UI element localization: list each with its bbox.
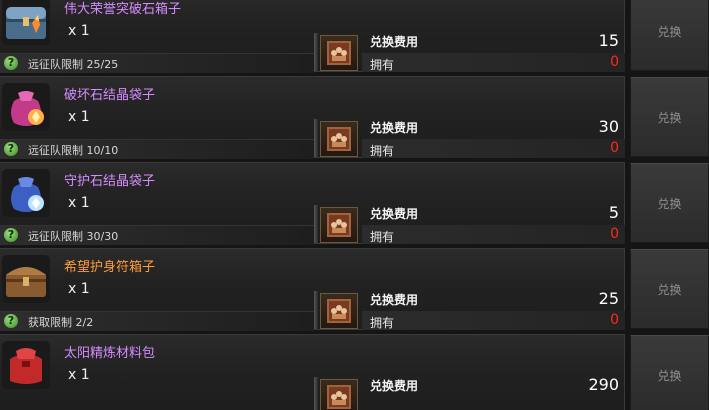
item-quantity: x 1 [68, 367, 90, 383]
owned-strip [362, 53, 625, 72]
exchange-cost-value: 30 [598, 117, 619, 136]
help-question-icon[interactable]: ? [4, 314, 18, 328]
item-name: 太阳精炼材料包 [64, 346, 156, 361]
wooden-chest-icon[interactable] [2, 255, 50, 303]
exchange-item-list: 伟大荣誉突破石箱子 x 1 ? 远征队限制 25/25 兑换费用 15 拥有 0… [0, 0, 709, 410]
owned-label: 拥有 [370, 58, 395, 72]
limit-text: 远征队限制 30/30 [28, 230, 119, 243]
exchange-button[interactable]: 兑换 [630, 335, 709, 410]
limit-bar: ? 远征队限制 25/25 [0, 53, 314, 73]
help-question-icon[interactable]: ? [4, 228, 18, 242]
exchange-cost-value: 290 [588, 375, 619, 394]
limit-bar: ? 获取限制 2/2 [0, 311, 314, 331]
owned-strip [362, 225, 625, 244]
currency-scroll-icon[interactable] [320, 293, 358, 329]
owned-strip [362, 139, 625, 158]
item-name: 希望护身符箱子 [64, 260, 156, 275]
owned-value: 0 [610, 140, 619, 156]
exchange-button[interactable]: 兑换 [630, 77, 709, 157]
exchange-cost-label: 兑换费用 [370, 207, 419, 221]
owned-value: 0 [610, 54, 619, 70]
treasure-chest-icon[interactable] [2, 0, 50, 45]
item-quantity: x 1 [68, 195, 90, 211]
item-name: 伟大荣誉突破石箱子 [64, 2, 182, 17]
exchange-cost-label: 兑换费用 [370, 121, 419, 135]
exchange-cost-value: 15 [598, 31, 619, 50]
owned-strip [362, 311, 625, 330]
item-name: 守护石结晶袋子 [64, 174, 156, 189]
owned-label: 拥有 [370, 144, 395, 158]
exchange-item-row: 希望护身符箱子 x 1 ? 获取限制 2/2 兑换费用 25 拥有 0 兑换 [0, 248, 709, 331]
exchange-button[interactable]: 兑换 [630, 249, 709, 329]
exchange-cost-label: 兑换费用 [370, 379, 419, 393]
exchange-cost-value: 25 [598, 289, 619, 308]
help-question-icon[interactable]: ? [4, 56, 18, 70]
blue-crystal-pouch-icon[interactable] [2, 169, 50, 217]
owned-value: 0 [610, 226, 619, 242]
limit-bar: ? 远征队限制 30/30 [0, 225, 314, 245]
red-material-bag-icon[interactable] [2, 341, 50, 389]
item-card: 伟大荣誉突破石箱子 x 1 ? 远征队限制 25/25 兑换费用 15 拥有 0 [0, 0, 625, 73]
exchange-cost-value: 5 [608, 203, 619, 222]
limit-text: 远征队限制 25/25 [28, 58, 119, 71]
item-card: 太阳精炼材料包 x 1 兑换费用 290 [0, 334, 625, 410]
owned-label: 拥有 [370, 316, 395, 330]
divider [314, 119, 318, 157]
limit-bar: ? 远征队限制 10/10 [0, 139, 314, 159]
limit-text: 获取限制 2/2 [28, 316, 94, 329]
divider [314, 291, 318, 329]
exchange-item-row: 太阳精炼材料包 x 1 兑换费用 290 兑换 [0, 334, 709, 410]
exchange-cost-label: 兑换费用 [370, 35, 419, 49]
item-quantity: x 1 [68, 281, 90, 297]
item-quantity: x 1 [68, 23, 90, 39]
currency-scroll-icon[interactable] [320, 379, 358, 410]
exchange-cost-label: 兑换费用 [370, 293, 419, 307]
currency-scroll-icon[interactable] [320, 207, 358, 243]
item-quantity: x 1 [68, 109, 90, 125]
exchange-item-row: 伟大荣誉突破石箱子 x 1 ? 远征队限制 25/25 兑换费用 15 拥有 0… [0, 0, 709, 73]
currency-scroll-icon[interactable] [320, 35, 358, 71]
item-card: 破坏石结晶袋子 x 1 ? 远征队限制 10/10 兑换费用 30 拥有 0 [0, 76, 625, 159]
owned-value: 0 [610, 312, 619, 328]
item-card: 守护石结晶袋子 x 1 ? 远征队限制 30/30 兑换费用 5 拥有 0 [0, 162, 625, 245]
divider [314, 377, 318, 410]
help-question-icon[interactable]: ? [4, 142, 18, 156]
owned-label: 拥有 [370, 230, 395, 244]
pink-crystal-pouch-icon[interactable] [2, 83, 50, 131]
exchange-item-row: 守护石结晶袋子 x 1 ? 远征队限制 30/30 兑换费用 5 拥有 0 兑换 [0, 162, 709, 245]
divider [314, 205, 318, 243]
exchange-button[interactable]: 兑换 [630, 0, 709, 71]
currency-scroll-icon[interactable] [320, 121, 358, 157]
exchange-item-row: 破坏石结晶袋子 x 1 ? 远征队限制 10/10 兑换费用 30 拥有 0 兑… [0, 76, 709, 159]
limit-text: 远征队限制 10/10 [28, 144, 119, 157]
exchange-button[interactable]: 兑换 [630, 163, 709, 243]
divider [314, 33, 318, 71]
item-name: 破坏石结晶袋子 [64, 88, 156, 103]
item-card: 希望护身符箱子 x 1 ? 获取限制 2/2 兑换费用 25 拥有 0 [0, 248, 625, 331]
